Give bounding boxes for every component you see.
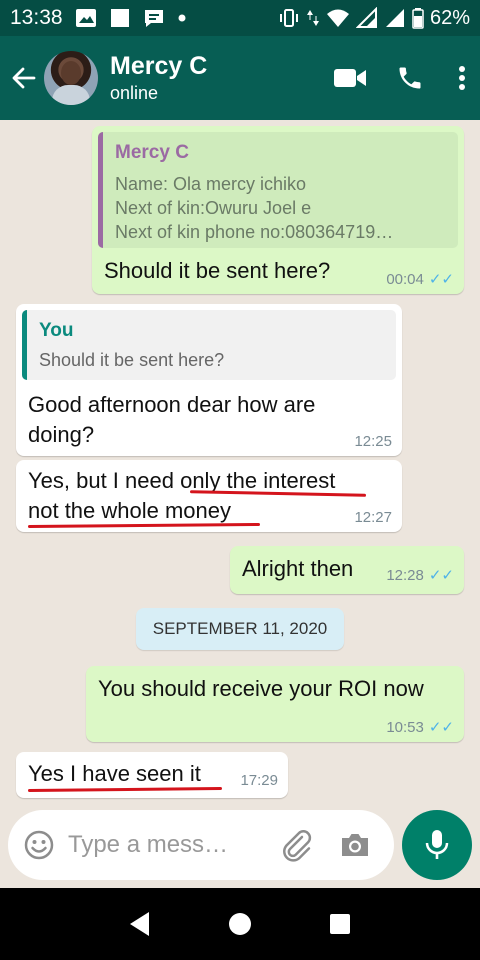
wifi-icon [326,9,349,27]
message-input[interactable]: Type a mess… [68,831,258,859]
chat-header: Mercy C online [0,36,480,120]
paperclip-icon [283,830,312,862]
timestamp: 12:27 [354,509,392,526]
message-time: 00:04 ✓✓ [386,270,454,289]
message-composer[interactable]: Type a mess… [8,810,394,880]
read-receipt-icon: ✓✓ [428,271,454,288]
camera-button[interactable] [332,810,378,880]
message-bubble-incoming[interactable]: You Should it be sent here? Good afterno… [16,304,402,456]
message-time: 12:27 [354,509,392,526]
message-text: Yes I have seen it [28,761,201,786]
message-list[interactable]: Mercy C Name: Ola mercy ichiko Next of k… [0,120,480,888]
dot-notification-icon [178,14,186,22]
nav-back-button[interactable] [105,899,175,949]
read-receipt-icon: ✓✓ [428,567,454,584]
message-text: Should it be sent here? [104,258,331,283]
video-camera-icon [334,69,366,87]
system-navigation-bar [0,888,480,960]
message-text-line: not the whole money [28,498,232,523]
contact-status: online [110,83,159,103]
emoji-icon [24,830,54,860]
message-time: 17:29 [240,772,278,789]
triangle-back-icon [130,912,149,936]
quoted-line: Next of kin:Owuru Joel e [115,198,312,218]
timestamp: 00:04 [386,270,424,288]
message-bubble-outgoing[interactable]: Alright then 12:28 ✓✓ [230,546,464,594]
timestamp: 10:53 [386,718,424,736]
avatar[interactable] [44,51,98,105]
nav-recents-button[interactable] [305,899,375,949]
microphone-icon [425,830,449,859]
message-bubble-outgoing[interactable]: You should receive your ROI now 10:53 ✓✓ [86,666,464,742]
message-time: 12:28 ✓✓ [386,566,454,585]
battery-icon [412,8,424,29]
signal-icon-2 [385,9,404,27]
message-text-line: doing? [28,422,95,447]
arrow-left-icon [12,67,36,89]
voice-record-button[interactable] [402,810,472,880]
phone-icon [399,67,421,89]
message-text-line: Good afternoon dear how are [28,392,316,417]
signal-icon [355,7,377,28]
quoted-message[interactable]: You Should it be sent here? [22,310,396,380]
message-bubble-outgoing[interactable]: Mercy C Name: Ola mercy ichiko Next of k… [92,126,464,294]
gallery-notification-icon [75,9,96,27]
back-button[interactable] [4,36,44,120]
data-arrows-icon [306,10,319,26]
timestamp: 17:29 [240,772,278,789]
video-call-button[interactable] [324,48,376,108]
quoted-line: Next of kin phone no:080364719… [115,222,394,242]
vibrate-icon [279,9,298,27]
voice-call-button[interactable] [384,48,436,108]
contact-info[interactable]: Mercy C online [110,51,207,105]
quoted-author: Mercy C [115,142,189,163]
more-options-button[interactable] [444,48,480,108]
date-divider: SEPTEMBER 11, 2020 [136,608,344,650]
message-notification-icon [144,10,163,27]
status-time: 13:38 [10,6,63,29]
timestamp: 12:28 [386,566,424,584]
contact-name: Mercy C [110,52,208,80]
nav-home-button[interactable] [205,899,275,949]
quoted-author: You [39,320,74,341]
message-time: 12:25 [354,433,392,450]
status-bar: 13:38 62% [0,0,480,36]
camera-icon [342,834,368,856]
quoted-line: Should it be sent here? [39,350,225,370]
quoted-message[interactable]: Mercy C Name: Ola mercy ichiko Next of k… [98,132,458,248]
circle-home-icon [229,913,251,935]
message-text: Alright then [242,556,354,581]
timestamp: 12:25 [354,433,392,450]
emoji-button[interactable] [10,810,68,880]
square-notification-icon [110,9,129,27]
message-text: You should receive your ROI now [98,676,424,701]
attach-button[interactable] [274,810,320,880]
read-receipt-icon: ✓✓ [428,719,454,736]
battery-percent: 62% [429,6,470,29]
quoted-line: Name: Ola mercy ichiko [115,174,307,194]
more-vert-icon [459,66,465,90]
square-recents-icon [330,914,350,934]
message-time: 10:53 ✓✓ [386,718,454,737]
